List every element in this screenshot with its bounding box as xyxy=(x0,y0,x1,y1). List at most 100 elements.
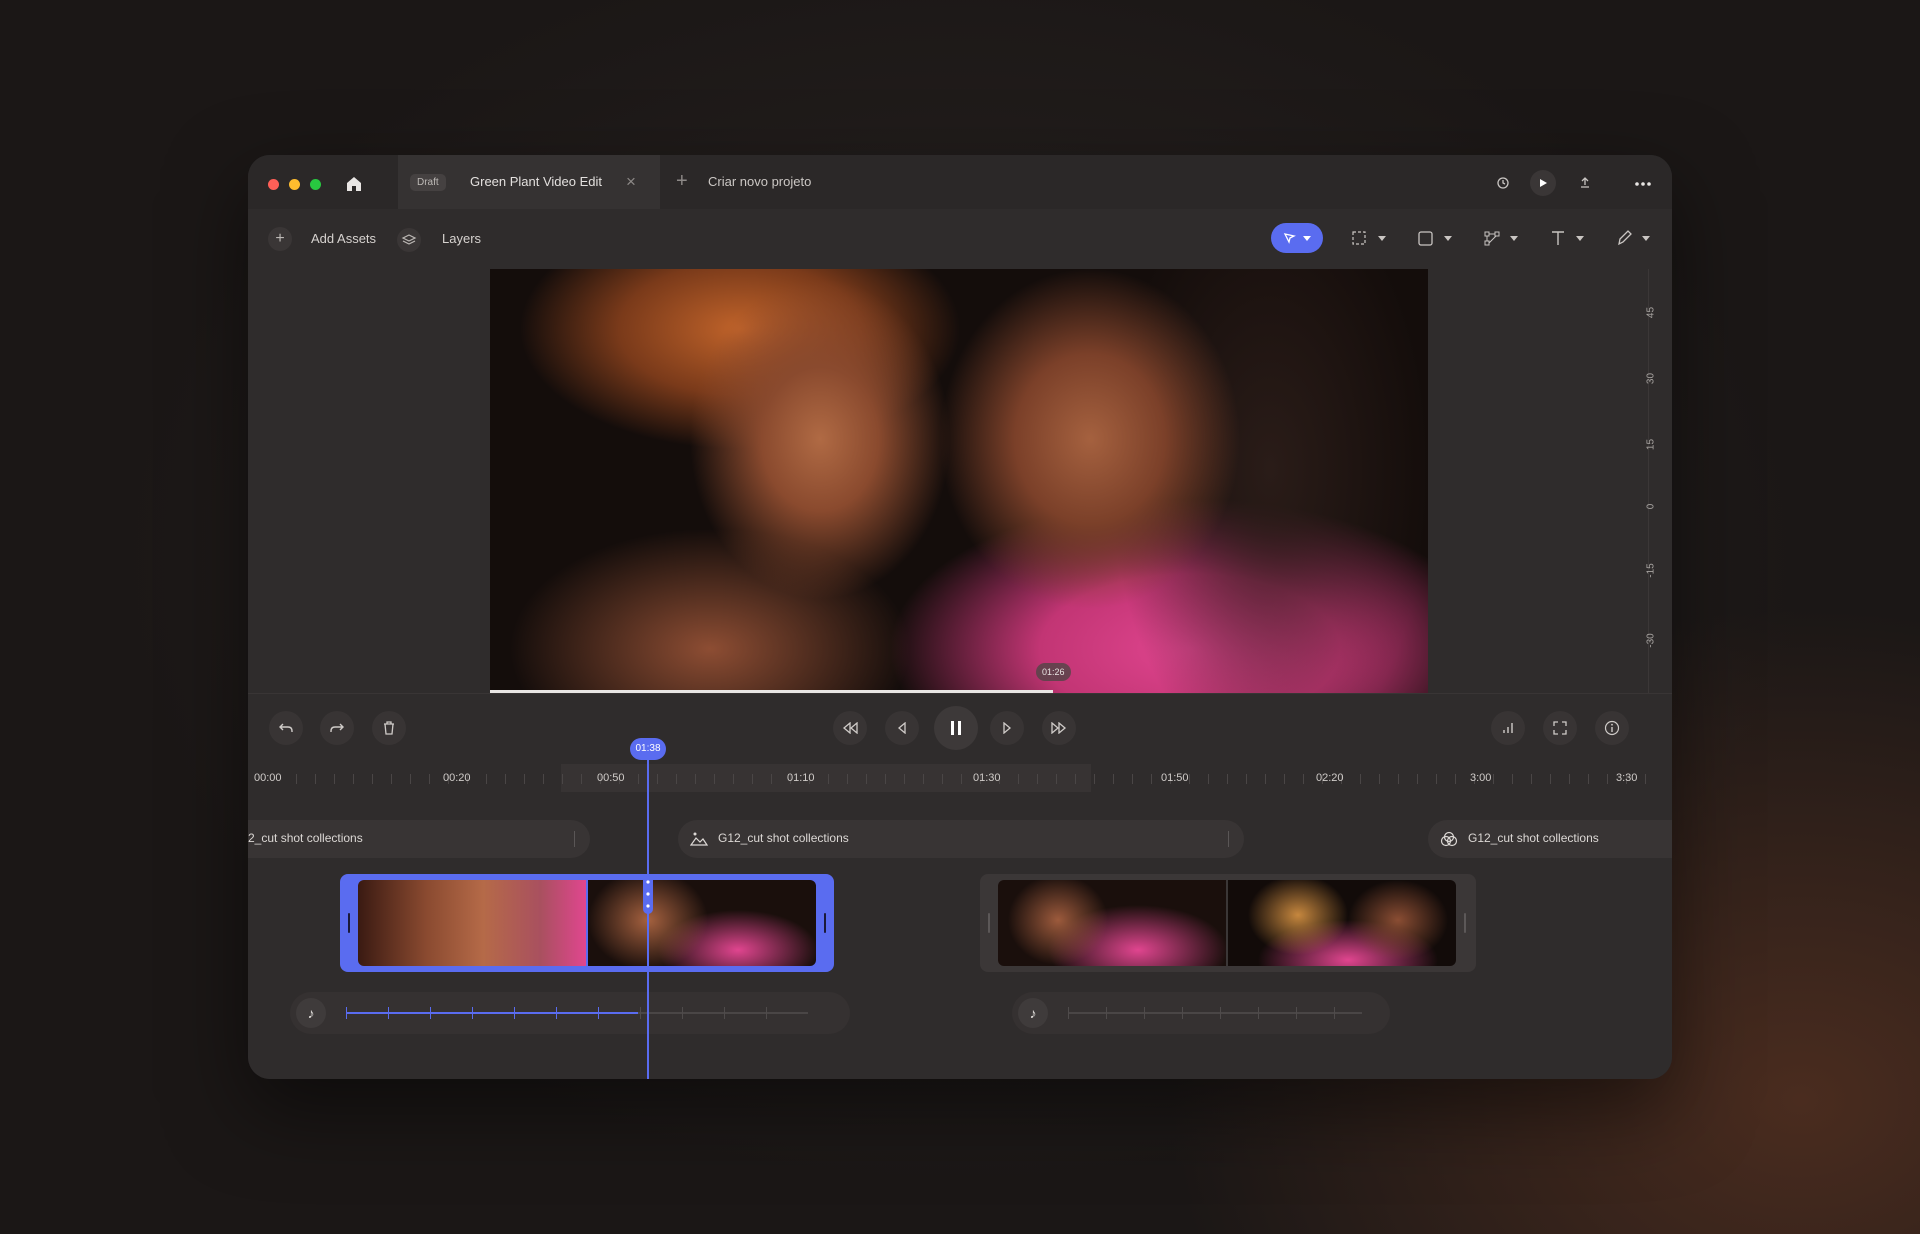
video-clip[interactable] xyxy=(980,874,1476,972)
audio-tick xyxy=(1220,1007,1221,1019)
transform-tool[interactable] xyxy=(1478,223,1524,253)
playhead-grip[interactable] xyxy=(643,874,653,914)
ruler-tick xyxy=(1227,774,1228,784)
audio-tick xyxy=(598,1007,599,1019)
add-assets-plus-icon[interactable]: + xyxy=(268,227,292,251)
info-icon[interactable] xyxy=(1595,711,1629,745)
audio-tick xyxy=(1334,1007,1335,1019)
timeline-ruler[interactable]: 00:00 00:20 00:50 01:10 01:30 01:50 02:2… xyxy=(248,764,1672,792)
rewind-icon[interactable] xyxy=(833,711,867,745)
canvas-area: 01:26 45 30 15 0 -15 -30 xyxy=(248,269,1672,693)
clip-trim-handle-right[interactable] xyxy=(1464,913,1466,933)
home-icon[interactable] xyxy=(344,174,364,194)
history-icon[interactable] xyxy=(1490,170,1516,196)
music-note-icon: ♪ xyxy=(1018,998,1048,1028)
fast-forward-icon[interactable] xyxy=(1042,711,1076,745)
ruler-tick xyxy=(429,774,430,784)
undo-icon[interactable] xyxy=(269,711,303,745)
shape-tool[interactable] xyxy=(1412,223,1458,253)
audio-tick xyxy=(724,1007,725,1019)
ruler-tick xyxy=(1284,774,1285,784)
ruler-tick xyxy=(1512,774,1513,784)
music-note-icon: ♪ xyxy=(296,998,326,1028)
ruler-tick xyxy=(1037,774,1038,784)
ruler-tick xyxy=(695,774,696,784)
ruler-tick xyxy=(334,774,335,784)
ruler-tick xyxy=(1151,774,1152,784)
fullscreen-icon[interactable] xyxy=(1543,711,1577,745)
audio-tick xyxy=(640,1007,641,1019)
clip-group-label: 2_cut shot collections xyxy=(248,831,363,845)
tick-label: 01:30 xyxy=(973,772,1001,784)
ruler-tick xyxy=(1265,774,1266,784)
layers-icon[interactable] xyxy=(397,228,421,252)
ruler-label: 15 xyxy=(1645,438,1657,451)
audio-tick xyxy=(1182,1007,1183,1019)
clip-group-label: G12_cut shot collections xyxy=(1468,831,1599,845)
ruler-label: -15 xyxy=(1645,563,1657,578)
audio-waveform-remaining xyxy=(638,1012,808,1014)
levels-icon[interactable] xyxy=(1491,711,1525,745)
video-clip-selected[interactable] xyxy=(340,874,834,972)
clip-group-bar[interactable]: G12_cut shot collections xyxy=(1428,820,1672,858)
ruler-tick xyxy=(410,774,411,784)
new-tab-plus-icon[interactable]: + xyxy=(676,171,688,191)
audio-tick xyxy=(1068,1007,1069,1019)
image-icon xyxy=(690,832,708,846)
tick-label: 00:00 xyxy=(254,772,282,784)
clip-thumbnail xyxy=(358,880,586,966)
ruler-tick xyxy=(1455,774,1456,784)
pen-tool[interactable] xyxy=(1610,223,1656,253)
video-preview[interactable]: 01:26 xyxy=(490,269,1428,693)
crop-tool[interactable] xyxy=(1346,223,1392,253)
delete-icon[interactable] xyxy=(372,711,406,745)
playhead-line[interactable] xyxy=(647,760,649,1079)
audio-waveform-played xyxy=(346,1012,638,1014)
audio-track[interactable]: ♪ xyxy=(290,992,850,1034)
ruler-tick xyxy=(372,774,373,784)
clip-trim-handle-left[interactable] xyxy=(988,913,990,933)
close-tab-icon[interactable]: × xyxy=(622,173,640,191)
ruler-tick xyxy=(543,774,544,784)
ruler-tick xyxy=(828,774,829,784)
playhead-time-badge[interactable]: 01:38 xyxy=(630,738,666,760)
ruler-tick xyxy=(771,774,772,784)
play-icon[interactable] xyxy=(1530,170,1556,196)
step-back-icon[interactable] xyxy=(885,711,919,745)
pause-icon[interactable] xyxy=(934,706,978,750)
ruler-tick xyxy=(505,774,506,784)
clip-trim-handle-right[interactable] xyxy=(824,913,826,933)
layers-button[interactable]: Layers xyxy=(442,231,481,246)
ruler-tick xyxy=(353,774,354,784)
text-tool[interactable] xyxy=(1544,223,1590,253)
tab-green-plant-video-edit[interactable]: Draft Green Plant Video Edit × xyxy=(398,155,660,209)
ruler-label: 30 xyxy=(1645,372,1657,385)
ruler-label: 0 xyxy=(1645,503,1657,510)
more-icon[interactable] xyxy=(1630,170,1656,196)
ruler-tick xyxy=(486,774,487,784)
timeline-range-highlight xyxy=(561,764,1091,792)
new-project-tab[interactable]: Criar novo projeto xyxy=(708,174,811,189)
maximize-window-button[interactable] xyxy=(310,179,321,190)
step-forward-icon[interactable] xyxy=(990,711,1024,745)
ruler-tick xyxy=(942,774,943,784)
redo-icon[interactable] xyxy=(320,711,354,745)
select-tool[interactable] xyxy=(1271,223,1323,253)
ruler-tick xyxy=(1132,774,1133,784)
ruler-tick xyxy=(1379,774,1380,784)
ruler-tick xyxy=(1189,774,1190,784)
tick-label: 3:00 xyxy=(1470,772,1492,784)
share-icon[interactable] xyxy=(1572,170,1598,196)
add-assets-button[interactable]: Add Assets xyxy=(311,231,376,246)
audio-tick xyxy=(1258,1007,1259,1019)
clip-group-bar[interactable]: G12_cut shot collections xyxy=(678,820,1244,858)
minimize-window-button[interactable] xyxy=(289,179,300,190)
audio-track[interactable]: ♪ xyxy=(1012,992,1390,1034)
close-window-button[interactable] xyxy=(268,179,279,190)
controls-panel: 00:00 00:20 00:50 01:10 01:30 01:50 02:2… xyxy=(248,693,1672,1079)
clip-trim-handle-left[interactable] xyxy=(348,913,350,933)
clip-group-bar[interactable]: 2_cut shot collections xyxy=(248,820,590,858)
ruler-tick xyxy=(752,774,753,784)
clip-group-label: G12_cut shot collections xyxy=(718,831,849,845)
tick-label: 01:10 xyxy=(787,772,815,784)
